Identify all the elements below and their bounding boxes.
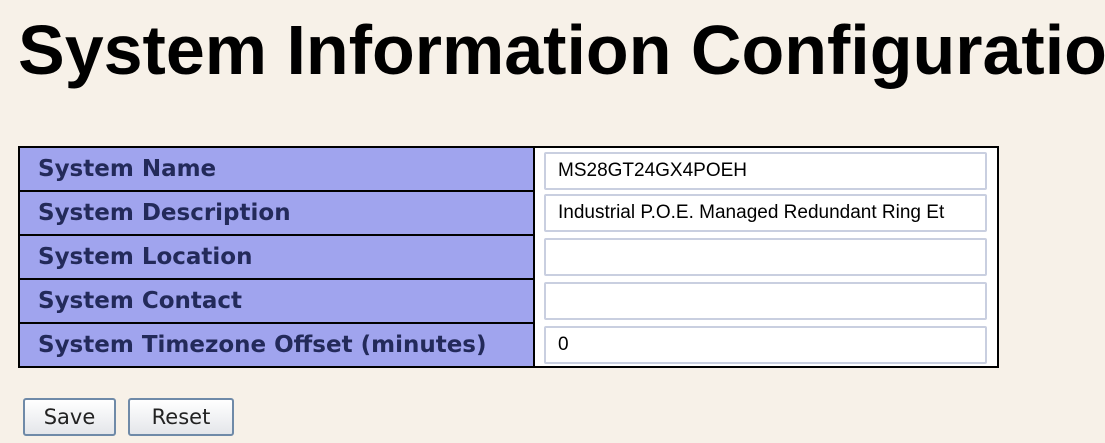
table-row: System Location bbox=[19, 235, 998, 280]
system-contact-input[interactable] bbox=[544, 282, 987, 320]
system-info-config-page: System Information Configuration System … bbox=[0, 0, 1105, 443]
system-timezone-offset-input[interactable] bbox=[544, 325, 987, 364]
system-info-table: System Name System Description System Lo… bbox=[18, 146, 999, 368]
system-timezone-offset-label: System Timezone Offset (minutes) bbox=[19, 323, 535, 367]
page-title: System Information Configuration bbox=[18, 11, 1105, 89]
reset-button[interactable]: Reset bbox=[128, 398, 234, 436]
table-row: System Name bbox=[19, 147, 998, 192]
table-row: System Description bbox=[19, 191, 998, 236]
system-name-input[interactable] bbox=[544, 151, 987, 190]
save-button[interactable]: Save bbox=[23, 398, 116, 436]
system-location-input[interactable] bbox=[544, 238, 987, 276]
table-row: System Timezone Offset (minutes) bbox=[19, 323, 998, 367]
system-description-input[interactable] bbox=[544, 194, 987, 232]
system-contact-label: System Contact bbox=[19, 279, 535, 324]
system-name-label: System Name bbox=[19, 147, 535, 192]
system-location-label: System Location bbox=[19, 235, 535, 280]
system-description-label: System Description bbox=[19, 191, 535, 236]
table-row: System Contact bbox=[19, 279, 998, 324]
